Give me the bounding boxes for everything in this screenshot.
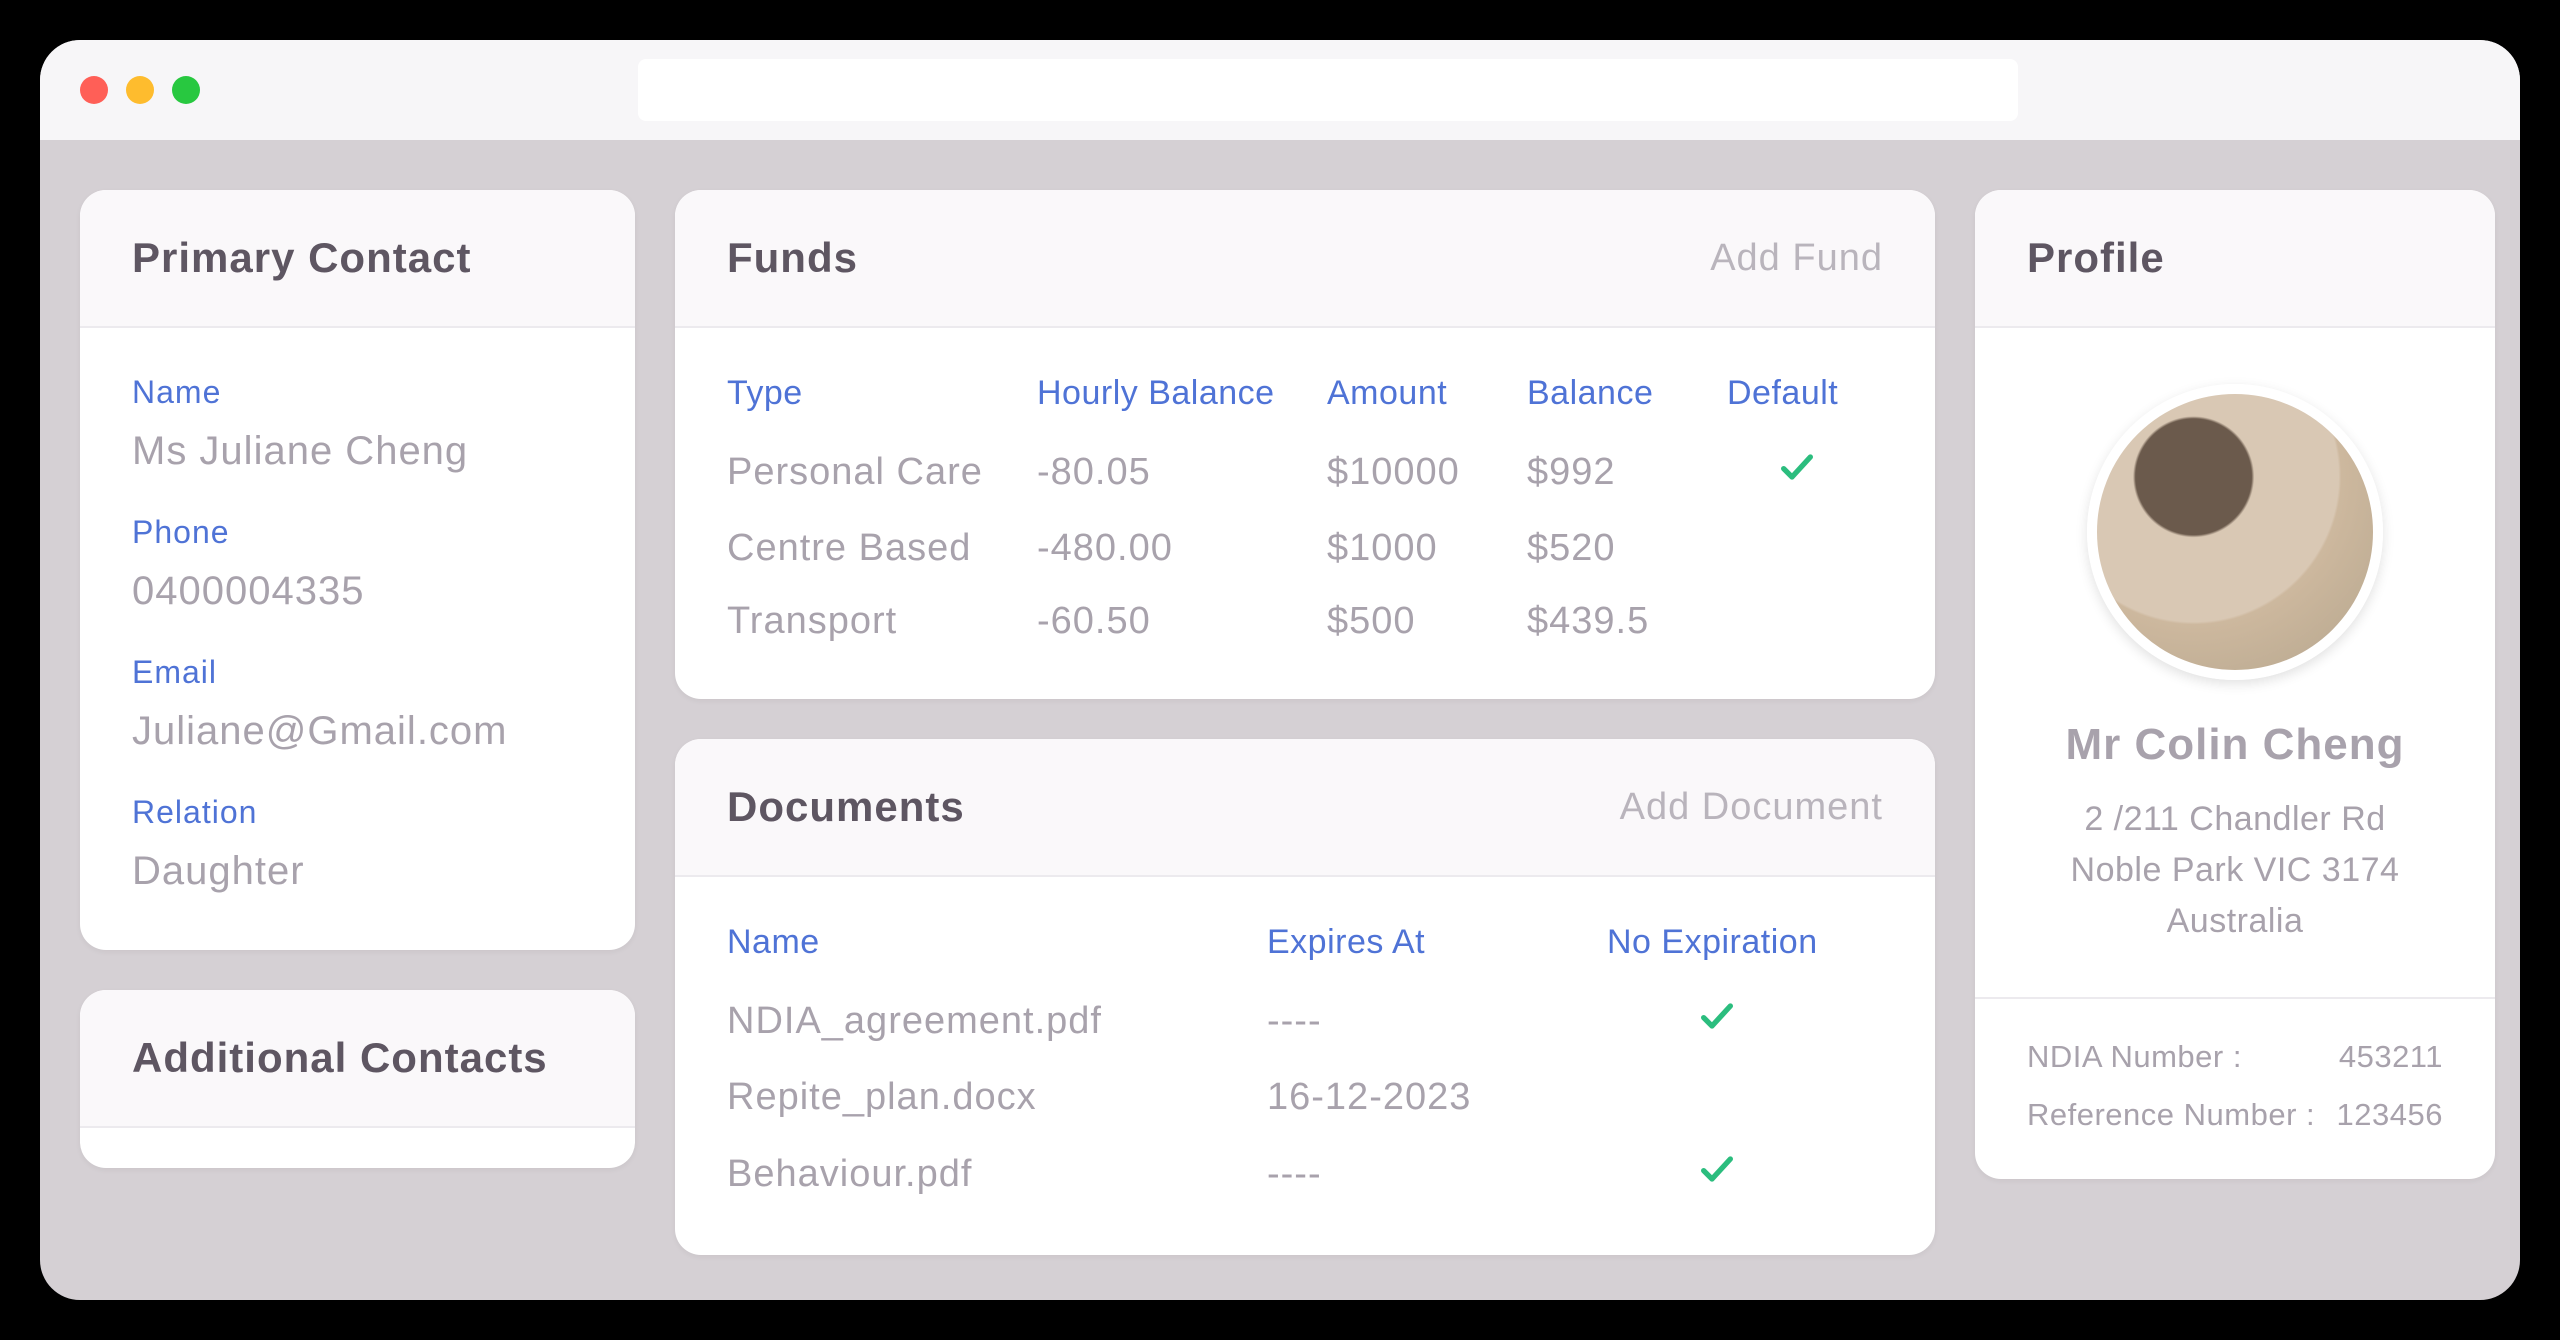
profile-meta: NDIA Number : 453211 Reference Number : … xyxy=(2027,999,2443,1179)
relation-label: Relation xyxy=(132,794,583,831)
primary-contact-title: Primary Contact xyxy=(132,234,471,282)
email-value: Juliane@Gmail.com xyxy=(132,709,583,754)
relation-value: Daughter xyxy=(132,849,583,894)
docs-col-expires: Expires At xyxy=(1267,923,1607,962)
ndia-value: 453211 xyxy=(2339,1039,2443,1075)
documents-body: Name Expires At No Expiration NDIA_agree… xyxy=(675,877,1935,1255)
additional-contacts-title: Additional Contacts xyxy=(132,1034,548,1082)
document-name: Behaviour.pdf xyxy=(727,1153,1267,1196)
address-line-3: Australia xyxy=(2071,896,2400,947)
middle-column: Funds Add Fund Type Hourly Balance Amoun… xyxy=(675,190,1935,1300)
window-titlebar xyxy=(40,40,2520,140)
reference-value: 123456 xyxy=(2337,1097,2443,1133)
profile-card: Profile Mr Colin Cheng 2 /211 Chandler R… xyxy=(1975,190,2495,1179)
funds-header: Funds Add Fund xyxy=(675,190,1935,328)
primary-contact-body: Name Ms Juliane Cheng Phone 0400004335 E… xyxy=(80,328,635,950)
document-expires: ---- xyxy=(1267,1153,1607,1196)
funds-col-hourly: Hourly Balance xyxy=(1037,374,1327,413)
address-line-2: Noble Park VIC 3174 xyxy=(2071,845,2400,896)
additional-contacts-body xyxy=(80,1128,635,1168)
maximize-icon[interactable] xyxy=(172,76,200,104)
document-name: Repite_plan.docx xyxy=(727,1076,1267,1119)
profile-title: Profile xyxy=(2027,234,2165,282)
ndia-row: NDIA Number : 453211 xyxy=(2027,1039,2443,1075)
fund-type: Personal Care xyxy=(727,451,1037,494)
docs-col-noexp: No Expiration xyxy=(1607,923,1827,962)
document-expires: 16-12-2023 xyxy=(1267,1076,1607,1119)
phone-label: Phone xyxy=(132,514,583,551)
ndia-label: NDIA Number : xyxy=(2027,1039,2242,1075)
funds-col-type: Type xyxy=(727,374,1037,413)
document-expires: ---- xyxy=(1267,1000,1607,1043)
minimize-icon[interactable] xyxy=(126,76,154,104)
right-column: Profile Mr Colin Cheng 2 /211 Chandler R… xyxy=(1975,190,2495,1300)
left-column: Primary Contact Name Ms Juliane Cheng Ph… xyxy=(80,190,635,1300)
address-line-1: 2 /211 Chandler Rd xyxy=(2071,794,2400,845)
fund-default xyxy=(1727,447,1867,497)
funds-title: Funds xyxy=(727,234,858,282)
funds-table-header: Type Hourly Balance Amount Balance Defau… xyxy=(727,374,1883,413)
table-row[interactable]: Personal Care-80.05$10000$992 xyxy=(727,447,1883,497)
primary-contact-card: Primary Contact Name Ms Juliane Cheng Ph… xyxy=(80,190,635,950)
documents-table-rows: NDIA_agreement.pdf----Repite_plan.docx16… xyxy=(727,996,1883,1199)
add-document-button[interactable]: Add Document xyxy=(1620,786,1883,829)
fund-amount: $500 xyxy=(1327,600,1527,643)
documents-header: Documents Add Document xyxy=(675,739,1935,877)
table-row[interactable]: NDIA_agreement.pdf---- xyxy=(727,996,1883,1046)
email-label: Email xyxy=(132,654,583,691)
fund-amount: $1000 xyxy=(1327,527,1527,570)
table-row[interactable]: Transport-60.50$500$439.5 xyxy=(727,600,1883,643)
funds-col-amount: Amount xyxy=(1327,374,1527,413)
additional-contacts-card: Additional Contacts xyxy=(80,990,635,1168)
reference-label: Reference Number : xyxy=(2027,1097,2315,1133)
table-row[interactable]: Behaviour.pdf---- xyxy=(727,1149,1883,1199)
profile-body: Mr Colin Cheng 2 /211 Chandler Rd Noble … xyxy=(1975,328,2495,1179)
funds-col-default: Default xyxy=(1727,374,1867,413)
reference-row: Reference Number : 123456 xyxy=(2027,1097,2443,1133)
fund-balance: $439.5 xyxy=(1527,600,1727,643)
profile-header: Profile xyxy=(1975,190,2495,328)
documents-table-header: Name Expires At No Expiration xyxy=(727,923,1883,962)
fund-hourly: -480.00 xyxy=(1037,527,1327,570)
name-label: Name xyxy=(132,374,583,411)
docs-col-name: Name xyxy=(727,923,1267,962)
fund-hourly: -80.05 xyxy=(1037,451,1327,494)
fund-type: Centre Based xyxy=(727,527,1037,570)
check-icon xyxy=(1777,447,1817,497)
close-icon[interactable] xyxy=(80,76,108,104)
fund-balance: $992 xyxy=(1527,451,1727,494)
dashboard-content: Primary Contact Name Ms Juliane Cheng Ph… xyxy=(40,140,2520,1300)
documents-card: Documents Add Document Name Expires At N… xyxy=(675,739,1935,1255)
check-icon xyxy=(1697,1149,1737,1199)
profile-name: Mr Colin Cheng xyxy=(2065,720,2404,770)
check-icon xyxy=(1697,996,1737,1046)
table-row[interactable]: Centre Based-480.00$1000$520 xyxy=(727,527,1883,570)
primary-contact-header: Primary Contact xyxy=(80,190,635,328)
fund-type: Transport xyxy=(727,600,1037,643)
document-noexp xyxy=(1607,996,1827,1046)
document-noexp xyxy=(1607,1149,1827,1199)
additional-contacts-header: Additional Contacts xyxy=(80,990,635,1128)
app-window: Primary Contact Name Ms Juliane Cheng Ph… xyxy=(40,40,2520,1300)
phone-value: 0400004335 xyxy=(132,569,583,614)
add-fund-button[interactable]: Add Fund xyxy=(1710,237,1883,280)
urlbar[interactable] xyxy=(638,59,2018,121)
profile-address: 2 /211 Chandler Rd Noble Park VIC 3174 A… xyxy=(2071,794,2400,947)
fund-hourly: -60.50 xyxy=(1037,600,1327,643)
fund-balance: $520 xyxy=(1527,527,1727,570)
table-row[interactable]: Repite_plan.docx16-12-2023 xyxy=(727,1076,1883,1119)
avatar xyxy=(2087,384,2383,680)
funds-card: Funds Add Fund Type Hourly Balance Amoun… xyxy=(675,190,1935,699)
funds-body: Type Hourly Balance Amount Balance Defau… xyxy=(675,328,1935,699)
name-value: Ms Juliane Cheng xyxy=(132,429,583,474)
funds-col-balance: Balance xyxy=(1527,374,1727,413)
fund-amount: $10000 xyxy=(1327,451,1527,494)
funds-table-rows: Personal Care-80.05$10000$992 Centre Base… xyxy=(727,447,1883,643)
document-name: NDIA_agreement.pdf xyxy=(727,1000,1267,1043)
documents-title: Documents xyxy=(727,783,965,831)
